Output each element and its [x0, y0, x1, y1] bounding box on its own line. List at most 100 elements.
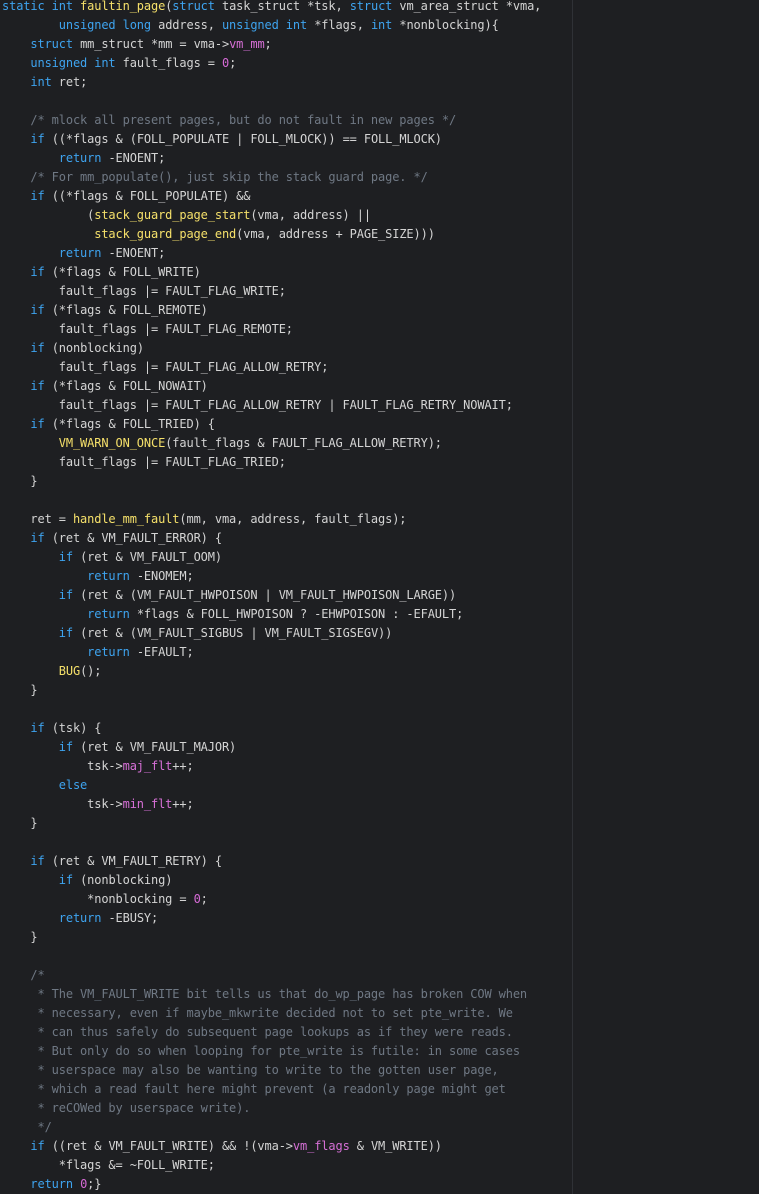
code-text: ;: [264, 37, 272, 51]
field-name: vm_flags: [292, 1139, 350, 1153]
code-text: ();: [80, 664, 102, 678]
code-line: if (nonblocking): [2, 871, 541, 890]
code-text: -EFAULT;: [136, 645, 194, 659]
comment: */: [30, 1120, 52, 1134]
code-line: /*: [2, 966, 541, 985]
comment: * But only do so when looping for pte_wr…: [30, 1044, 520, 1058]
code-text: fault_flags |= FAULT_FLAG_TRIED;: [2, 455, 286, 469]
keyword: unsigned int: [30, 56, 123, 70]
code-text: (fault_flags & FAULT_FLAG_ALLOW_RETRY);: [165, 436, 442, 450]
code-text: (*flags & FOLL_WRITE): [51, 265, 201, 279]
code-line: */: [2, 1118, 541, 1137]
code-text: (tsk) {: [51, 721, 102, 735]
code-line: BUG();: [2, 662, 541, 681]
keyword: int: [370, 18, 400, 32]
code-text: (ret & VM_FAULT_OOM): [80, 550, 222, 564]
number-literal: 0: [193, 892, 201, 906]
code-line: * necessary, even if maybe_mkwrite decid…: [2, 1004, 541, 1023]
code-text: fault_flags |= FAULT_FLAG_ALLOW_RETRY | …: [2, 398, 513, 412]
code-line: /* For mm_populate(), just skip the stac…: [2, 168, 541, 187]
code-line: unsigned int fault_flags = 0;: [2, 54, 541, 73]
code-editor[interactable]: static int faultin_page (struct task_stru…: [0, 0, 759, 1194]
function-name: BUG: [58, 664, 81, 678]
code-text: -EBUSY;: [108, 911, 159, 925]
code-text: mm_struct *mm = vma->: [80, 37, 230, 51]
code-text: ret;: [58, 75, 88, 89]
code-line: if (ret & VM_FAULT_ERROR) {: [2, 529, 541, 548]
code-line: return *flags & FOLL_HWPOISON ? -EHWPOIS…: [2, 605, 541, 624]
code-line: return -ENOMEM;: [2, 567, 541, 586]
code-line: * which a read fault here might prevent …: [2, 1080, 541, 1099]
code-area[interactable]: static int faultin_page (struct task_stru…: [2, 0, 541, 1194]
function-name: VM_WARN_ON_ONCE: [58, 436, 166, 450]
code-text: fault_flags |= FAULT_FLAG_ALLOW_RETRY;: [2, 360, 329, 374]
code-text: -ENOENT;: [108, 246, 166, 260]
comment: * necessary, even if maybe_mkwrite decid…: [30, 1006, 513, 1020]
keyword: struct: [349, 0, 400, 13]
keyword: if: [30, 854, 52, 868]
function-name: faultin_page: [80, 0, 166, 13]
field-name: min_flt: [122, 797, 173, 811]
code-line: VM_WARN_ON_ONCE(fault_flags & FAULT_FLAG…: [2, 434, 541, 453]
code-text: (ret & VM_FAULT_MAJOR): [80, 740, 237, 754]
keyword: if: [58, 550, 81, 564]
keyword: if: [58, 588, 81, 602]
code-line: return -EBUSY;: [2, 909, 541, 928]
code-text: (*flags & FOLL_REMOTE): [51, 303, 208, 317]
code-line: return -ENOENT;: [2, 244, 541, 263]
keyword: if: [30, 721, 52, 735]
keyword: if: [30, 531, 52, 545]
code-text: ret =: [2, 512, 73, 526]
keyword: if: [30, 189, 52, 203]
comment: /* mlock all present pages, but do not f…: [30, 113, 457, 127]
code-text: ;: [229, 56, 237, 70]
code-text: task_struct *tsk,: [221, 0, 350, 13]
code-line: stack_guard_page_end(vma, address + PAGE…: [2, 225, 541, 244]
code-text: (ret & (VM_FAULT_SIGBUS | VM_FAULT_SIGSE…: [80, 626, 393, 640]
code-text: ((*flags & (FOLL_POPULATE | FOLL_MLOCK))…: [51, 132, 442, 146]
code-text: (*flags & FOLL_TRIED) {: [51, 417, 215, 431]
code-line: (stack_guard_page_start(vma, address) ||: [2, 206, 541, 225]
code-line: if (ret & VM_FAULT_MAJOR): [2, 738, 541, 757]
keyword: if: [58, 740, 81, 754]
code-text: ;: [200, 892, 208, 906]
code-line: return 0;}: [2, 1175, 541, 1194]
code-line: if (*flags & FOLL_NOWAIT): [2, 377, 541, 396]
code-text: }: [2, 816, 38, 830]
code-text: -ENOMEM;: [136, 569, 194, 583]
function-name: stack_guard_page_end: [94, 227, 237, 241]
code-text: (mm, vma, address, fault_flags);: [179, 512, 407, 526]
code-line: * The VM_FAULT_WRITE bit tells us that d…: [2, 985, 541, 1004]
code-line: fault_flags |= FAULT_FLAG_REMOTE;: [2, 320, 541, 339]
keyword: if: [30, 303, 52, 317]
ruler-guide-line: [572, 0, 573, 1194]
code-text: }: [2, 474, 38, 488]
code-text: ++;: [172, 759, 194, 773]
code-line: *nonblocking = 0;: [2, 890, 541, 909]
keyword: return: [58, 911, 109, 925]
keyword: if: [30, 132, 52, 146]
keyword: unsigned int: [221, 18, 315, 32]
keyword: if: [30, 379, 52, 393]
keyword: return: [87, 569, 137, 583]
code-line: if (ret & (VM_FAULT_SIGBUS | VM_FAULT_SI…: [2, 624, 541, 643]
function-name: handle_mm_fault: [72, 512, 180, 526]
